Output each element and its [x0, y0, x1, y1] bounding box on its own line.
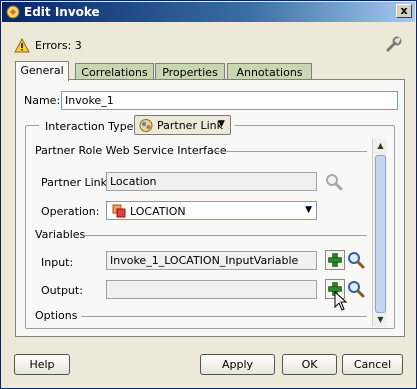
tab-correlations[interactable]: Correlations	[75, 63, 154, 80]
chevron-down-icon: ▼	[218, 119, 225, 129]
search-input-variable-button[interactable]	[346, 250, 366, 270]
apply-button-label: Apply	[221, 358, 254, 371]
help-button-label: Help	[29, 358, 55, 371]
edit-invoke-dialog: Edit Invoke x Errors: 3 General Correlat…	[0, 0, 417, 389]
window-title: Edit Invoke	[24, 5, 100, 19]
interaction-type-dropdown[interactable]: Partner Link ▼	[134, 115, 231, 135]
operation-value: LOCATION	[130, 205, 186, 218]
output-variable-field	[106, 280, 317, 299]
tab-general[interactable]: General	[15, 61, 69, 81]
interaction-type-label: Interaction Type:	[45, 120, 138, 133]
vertical-scrollbar[interactable]: ▲ ▼	[372, 139, 387, 327]
title-bar[interactable]: Edit Invoke x	[2, 2, 415, 22]
close-button[interactable]: x	[396, 4, 412, 18]
partner-link-field: Location	[106, 172, 317, 191]
scroll-thumb[interactable]	[375, 155, 386, 313]
partner-link-icon	[139, 119, 153, 132]
cancel-button-label: Cancel	[353, 358, 392, 371]
input-variable-field: Invoke_1_LOCATION_InputVariable	[106, 251, 317, 270]
errors-text: Errors: 3	[35, 39, 82, 52]
ok-button[interactable]: OK	[282, 354, 337, 375]
section-divider	[85, 235, 367, 236]
warning-icon	[14, 38, 30, 53]
section-divider	[213, 151, 367, 152]
operation-icon	[112, 204, 126, 218]
wrench-icon[interactable]	[384, 36, 404, 54]
bpel-icon	[6, 5, 20, 19]
operation-label: Operation:	[41, 205, 100, 218]
section-divider	[81, 316, 367, 317]
operation-select[interactable]: LOCATION ▼	[106, 201, 317, 220]
add-input-variable-button[interactable]	[325, 250, 345, 270]
chevron-down-icon: ▼	[305, 205, 312, 215]
mouse-pointer-icon	[334, 291, 348, 311]
name-label: Name:	[24, 94, 61, 107]
help-button[interactable]: Help	[14, 354, 70, 375]
interaction-type-value: Partner Link	[157, 119, 223, 132]
scroll-up-icon[interactable]: ▲	[373, 139, 388, 153]
ok-button-label: OK	[301, 358, 318, 371]
search-output-variable-button[interactable]	[346, 279, 366, 299]
tab-annotations[interactable]: Annotations	[227, 63, 312, 80]
name-field[interactable]: Invoke_1	[61, 91, 398, 110]
partner-link-label: Partner Link:	[41, 176, 111, 189]
partner-role-section-label: Partner Role Web Service Interface	[35, 144, 227, 157]
input-label: Input:	[41, 256, 74, 269]
output-label: Output:	[41, 284, 83, 297]
tab-properties[interactable]: Properties	[155, 63, 225, 80]
magnifier-icon	[326, 174, 343, 191]
options-section-label: Options	[35, 309, 78, 322]
variables-section-label: Variables	[35, 228, 86, 241]
scroll-down-icon[interactable]: ▼	[373, 313, 388, 327]
apply-button[interactable]: Apply	[200, 354, 275, 375]
cancel-button[interactable]: Cancel	[342, 354, 403, 375]
